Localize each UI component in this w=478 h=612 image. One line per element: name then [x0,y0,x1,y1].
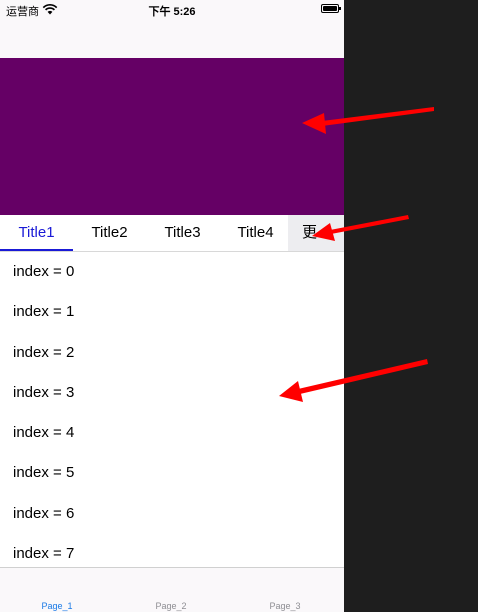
tabbar-page-3[interactable]: Page_3 [228,601,342,611]
list-item[interactable]: index = 0 [0,252,344,292]
status-time: 下午 5:26 [148,6,196,18]
tab-title2[interactable]: Title2 [73,215,146,251]
tab-title4[interactable]: Title4 [219,215,292,251]
list-item[interactable]: index = 2 [0,333,344,373]
phone-screen: 运营商 下午 5:26 Title1 Title2 Title3 Title4 … [0,0,344,612]
more-tabs-button[interactable]: 更 [288,215,344,251]
status-bar: 运营商 下午 5:26 [0,0,344,20]
list-item[interactable]: index = 5 [0,453,344,493]
tab-title3[interactable]: Title3 [146,215,219,251]
segment-tab-bar: Title1 Title2 Title3 Title4 更 [0,215,344,252]
list-item[interactable]: index = 4 [0,413,344,453]
header-banner [0,58,344,215]
tabbar-page-1[interactable]: Page_1 [0,601,114,611]
list-item[interactable]: index = 6 [0,494,344,534]
tab-title1[interactable]: Title1 [0,215,73,251]
list-item[interactable]: index = 7 [0,534,344,567]
tabbar-page-2[interactable]: Page_2 [114,601,228,611]
list-item[interactable]: index = 3 [0,373,344,413]
navigation-bar [0,20,344,58]
battery-icon [321,4,341,13]
list-item[interactable]: index = 1 [0,292,344,332]
bottom-tab-bar: Page_1 Page_2 Page_3 [0,567,344,612]
index-list[interactable]: index = 0 index = 1 index = 2 index = 3 … [0,252,344,567]
